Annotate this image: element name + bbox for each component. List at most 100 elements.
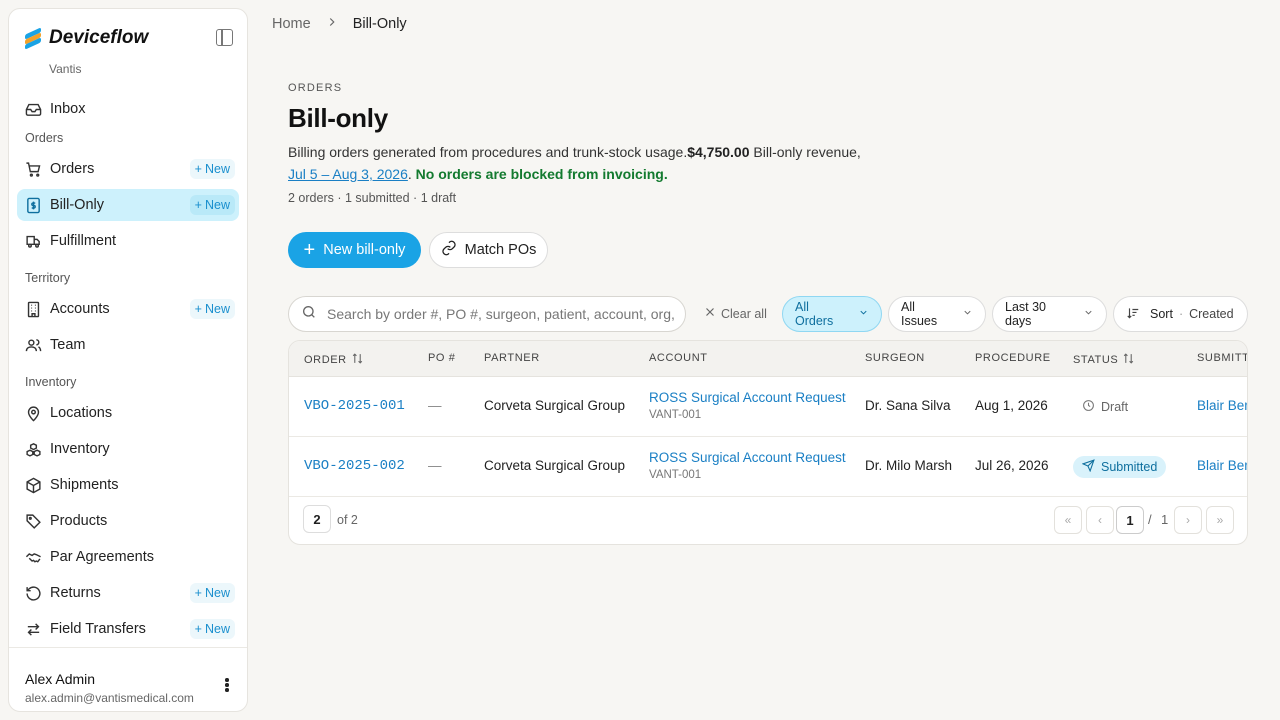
sidebar-item-inventory[interactable]: Inventory: [17, 433, 239, 465]
brand[interactable]: Deviceflow: [25, 27, 148, 50]
rows-per-page-input[interactable]: 2: [303, 505, 331, 533]
inbox-icon: [25, 101, 42, 118]
new-field-transfer-button[interactable]: + New: [189, 619, 235, 639]
po-number: —: [428, 398, 442, 413]
column-header-partner: PARTNER: [484, 352, 540, 364]
collapse-sidebar-icon[interactable]: [216, 29, 233, 46]
sort-arrows-icon: [351, 352, 364, 368]
page-separator: /: [1148, 512, 1152, 527]
chevron-down-icon: [962, 307, 973, 321]
sidebar-item-label: Team: [50, 337, 86, 353]
boxes-icon: [25, 441, 42, 458]
deviceflow-logo-icon: [25, 27, 41, 50]
sidebar-item-par-agreements[interactable]: Par Agreements: [17, 541, 239, 573]
sidebar-item-accounts[interactable]: Accounts + New: [17, 293, 239, 325]
submitted-by-link[interactable]: Blair Bennett: [1197, 458, 1247, 473]
sidebar-item-field-transfers[interactable]: Field Transfers + New: [17, 613, 239, 645]
order-number-link[interactable]: VBO-2025-001: [304, 398, 405, 414]
sidebar-item-fulfillment[interactable]: Fulfillment: [17, 225, 239, 257]
breadcrumb-current: Bill-Only: [352, 16, 407, 32]
table-header: ORDER PO # PARTNER ACCOUNT SURGEON PROCE…: [289, 341, 1247, 377]
new-bill-only-button[interactable]: + New: [189, 195, 235, 215]
sort-button[interactable]: Sort · Created: [1113, 296, 1248, 332]
order-number-link[interactable]: VBO-2025-002: [304, 458, 405, 474]
arrows-swap-icon: [25, 621, 42, 638]
sidebar-item-products[interactable]: Products: [17, 505, 239, 537]
page-title: Bill-only: [288, 103, 388, 133]
order-counts: 2 orders · 1 submitted · 1 draft: [288, 191, 457, 205]
section-label-territory: Territory: [25, 271, 71, 285]
filter-issues-dropdown[interactable]: All Issues: [888, 296, 986, 332]
filter-orders-dropdown[interactable]: All Orders: [782, 296, 882, 332]
po-number: —: [428, 458, 442, 473]
sidebar-item-label: Fulfillment: [50, 233, 117, 249]
procedure-date: Aug 1, 2026: [975, 398, 1048, 413]
chevron-right-icon: [325, 15, 339, 33]
org-name: Vantis: [49, 62, 82, 76]
user-profile[interactable]: Alex Admin alex.admin@vantismedical.com: [9, 647, 247, 711]
page-description: Billing orders generated from procedures…: [288, 144, 861, 182]
handshake-icon: [25, 549, 42, 566]
sidebar-item-label: Accounts: [50, 301, 110, 317]
sort-arrows-icon: [1122, 352, 1135, 368]
plus-icon: +: [303, 239, 316, 261]
sidebar-item-locations[interactable]: Locations: [17, 397, 239, 429]
filter-date-range-dropdown[interactable]: Last 30 days: [992, 296, 1107, 332]
next-page-icon[interactable]: ›: [1174, 506, 1202, 534]
submitted-by-link[interactable]: Blair Bennett: [1197, 398, 1247, 413]
chevron-down-icon: [1083, 307, 1094, 321]
sidebar-item-inbox[interactable]: Inbox: [17, 93, 239, 125]
partner-name: Corveta Surgical Group: [484, 458, 626, 473]
column-header-status[interactable]: STATUS: [1073, 352, 1135, 368]
plus-icon: +: [194, 622, 202, 636]
date-range-link[interactable]: Jul 5 – Aug 3, 2026: [288, 166, 408, 182]
revenue-amount: $4,750.00: [687, 144, 750, 160]
row-total: of 2: [337, 513, 358, 527]
new-bill-only-primary-button[interactable]: + New bill-only: [288, 232, 421, 268]
prev-page-icon[interactable]: ‹: [1086, 506, 1114, 534]
table-row[interactable]: VBO-2025-001 — Corveta Surgical Group RO…: [289, 377, 1247, 437]
status-badge: Draft: [1073, 396, 1137, 418]
last-page-icon[interactable]: »: [1206, 506, 1234, 534]
sidebar-item-returns[interactable]: Returns + New: [17, 577, 239, 609]
sidebar-item-label: Inventory: [50, 441, 110, 457]
search-box: [288, 296, 686, 332]
sidebar-item-shipments[interactable]: Shipments: [17, 469, 239, 501]
account-code: VANT-001: [649, 469, 702, 481]
sidebar-item-label: Inbox: [50, 101, 86, 117]
search-icon: [301, 304, 317, 325]
current-page[interactable]: 1: [1116, 506, 1144, 534]
sidebar-item-orders[interactable]: Orders + New: [17, 153, 239, 185]
clock-icon: [1082, 399, 1095, 415]
account-link[interactable]: ROSS Surgical Account Request: [649, 450, 846, 465]
search-input[interactable]: [327, 306, 677, 322]
page-eyebrow: ORDERS: [288, 82, 343, 94]
new-return-button[interactable]: + New: [189, 583, 235, 603]
sidebar-item-label: Products: [50, 513, 108, 529]
breadcrumb-home[interactable]: Home: [272, 16, 311, 32]
new-account-button[interactable]: + New: [189, 299, 235, 319]
surgeon-name: Dr. Sana Silva: [865, 398, 951, 413]
sidebar-item-team[interactable]: Team: [17, 329, 239, 361]
sidebar-item-bill-only[interactable]: Bill-Only + New: [17, 189, 239, 221]
more-vertical-icon[interactable]: [225, 678, 229, 692]
plus-icon: +: [194, 162, 202, 176]
user-name: Alex Admin: [25, 671, 96, 687]
clear-all-button[interactable]: Clear all: [704, 306, 767, 321]
new-order-button[interactable]: + New: [189, 159, 235, 179]
sort-icon: [1126, 306, 1140, 323]
table-row[interactable]: VBO-2025-002 — Corveta Surgical Group RO…: [289, 437, 1247, 497]
close-icon: [704, 306, 716, 321]
column-header-surgeon: SURGEON: [865, 352, 925, 364]
user-email: alex.admin@vantismedical.com: [25, 691, 194, 705]
sidebar: Deviceflow Vantis Inbox Orders Orders + N…: [8, 8, 248, 712]
section-label-orders: Orders: [25, 131, 64, 145]
column-header-account: ACCOUNT: [649, 352, 708, 364]
status-badge: Submitted: [1073, 456, 1167, 478]
match-pos-button[interactable]: Match POs: [429, 232, 548, 268]
first-page-icon[interactable]: «: [1054, 506, 1082, 534]
users-icon: [25, 337, 42, 354]
plus-icon: +: [194, 302, 202, 316]
account-link[interactable]: ROSS Surgical Account Request: [649, 390, 846, 405]
column-header-order[interactable]: ORDER: [304, 352, 364, 368]
